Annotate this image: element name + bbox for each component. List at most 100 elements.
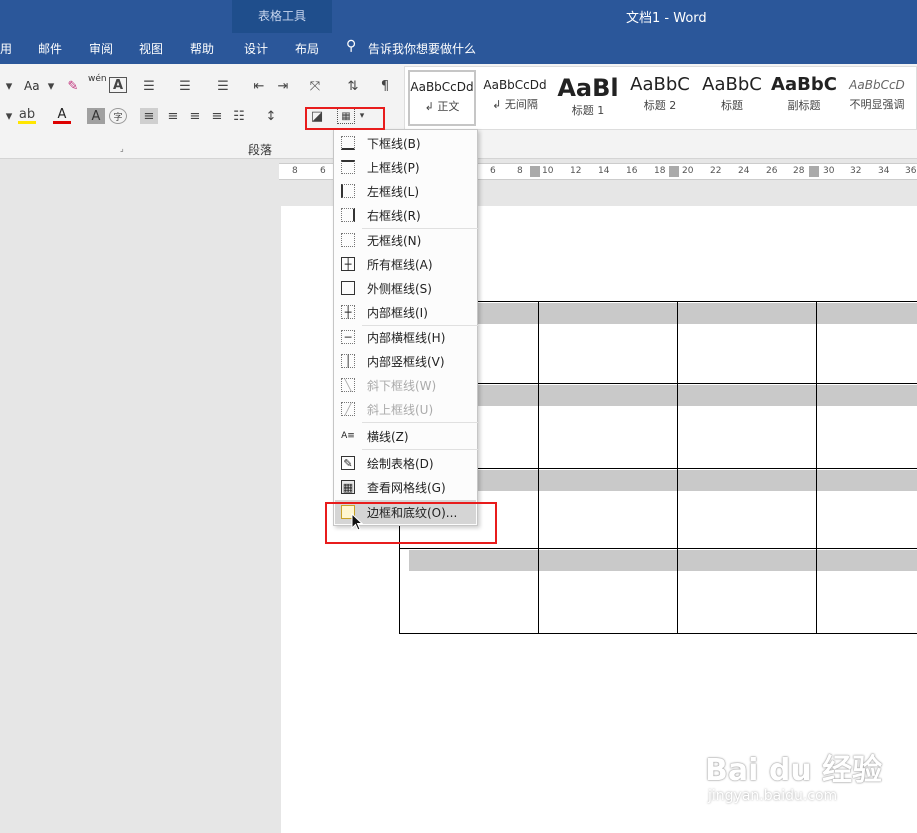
distributed-icon[interactable]: ☷ <box>230 108 248 124</box>
draw-table-icon: ✎ <box>341 456 355 470</box>
ruler-tick: 32 <box>850 166 862 176</box>
menu-inside-horizontal-border[interactable]: ─ 内部横框线(H) <box>335 325 476 349</box>
highlight-borders-button <box>305 107 385 130</box>
tab-references[interactable]: 用 <box>0 40 12 57</box>
style-subtle-emphasis[interactable]: AaBbCcD 不明显强调 <box>841 70 913 126</box>
column-marker[interactable] <box>809 166 819 177</box>
ruler-tick: 28 <box>793 166 805 176</box>
ruler-tick: 8 <box>517 166 523 176</box>
menu-right-border[interactable]: 右框线(R) <box>335 203 476 227</box>
align-center-icon[interactable]: ≡ <box>164 108 182 124</box>
menu-inside-vertical-border[interactable]: │ 内部竖框线(V) <box>335 349 476 373</box>
menu-diagonal-down-border[interactable]: ╲ 斜下框线(W) <box>335 373 476 397</box>
inside-horizontal-border-icon: ─ <box>341 330 355 344</box>
borders-dropdown-menu: 下框线(B) 上框线(P) 左框线(L) 右框线(R) 无框线(N) ┼ 所有框线… <box>333 129 478 526</box>
column-marker[interactable] <box>669 166 679 177</box>
style-heading-2[interactable]: AaBbC 标题 2 <box>625 70 695 126</box>
context-group-label: 表格工具 <box>258 9 307 23</box>
tab-help[interactable]: 帮助 <box>190 40 214 57</box>
ruler-tick: 12 <box>570 166 582 176</box>
menu-outside-borders[interactable]: 外侧框线(S) <box>335 276 476 300</box>
menu-bottom-border[interactable]: 下框线(B) <box>335 131 476 155</box>
align-right-icon[interactable]: ≡ <box>186 108 204 124</box>
ruler-tick: 18 <box>654 166 666 176</box>
menu-left-border[interactable]: 左框线(L) <box>335 179 476 203</box>
ruler-tick: 34 <box>878 166 890 176</box>
style-title[interactable]: AaBbC 标题 <box>697 70 767 126</box>
tab-design[interactable]: 设计 <box>244 40 268 57</box>
shaded-row <box>409 470 917 491</box>
menu-diagonal-up-border[interactable]: ╱ 斜上框线(U) <box>335 397 476 421</box>
gridlines-icon: ▦ <box>341 480 355 494</box>
right-border-icon <box>341 208 355 222</box>
menu-top-border[interactable]: 上框线(P) <box>335 155 476 179</box>
chevron-down-icon[interactable]: ▾ <box>42 78 60 94</box>
line-spacing-icon[interactable]: ↕ <box>262 108 280 124</box>
bullet-dropdown-icon[interactable]: ▾ <box>0 78 18 94</box>
shaded-row <box>409 550 917 571</box>
font-color-icon[interactable]: A <box>53 107 71 124</box>
baidu-watermark-url: jingyan.baidu.com <box>708 788 838 804</box>
style-normal[interactable]: AaBbCcDd ↲ 正文 <box>408 70 476 126</box>
ruler-tick: 36 <box>905 166 917 176</box>
justify-icon[interactable]: ≡ <box>208 108 226 124</box>
character-border-icon[interactable]: A <box>109 77 127 93</box>
menu-view-gridlines[interactable]: ▦ 查看网格线(G) <box>335 475 476 499</box>
all-borders-icon: ┼ <box>341 257 355 271</box>
chinese-layout-icon[interactable]: ⤧ <box>306 78 324 94</box>
title-bar <box>0 0 917 33</box>
align-left-icon[interactable]: ≡ <box>140 108 158 124</box>
menu-all-borders[interactable]: ┼ 所有框线(A) <box>335 252 476 276</box>
tab-view[interactable]: 视图 <box>139 40 163 57</box>
chevron-down-icon[interactable]: ▾ <box>0 108 18 124</box>
highlight-color-icon[interactable]: ab <box>18 107 36 124</box>
diagonal-down-border-icon: ╲ <box>341 378 355 392</box>
enclose-characters-icon[interactable]: 字 <box>109 108 127 124</box>
outside-borders-icon <box>341 281 355 295</box>
sort-icon[interactable]: ⇅ <box>344 78 362 94</box>
shaded-row <box>409 303 917 324</box>
shaded-row <box>409 385 917 406</box>
tab-layout[interactable]: 布局 <box>295 40 319 57</box>
numbering-icon[interactable]: ☰ <box>176 78 194 94</box>
ruler-tick: 22 <box>710 166 722 176</box>
style-heading-1[interactable]: AaBl 标题 1 <box>553 70 623 126</box>
menu-inside-borders[interactable]: ┼ 内部框线(I) <box>335 300 476 324</box>
decrease-indent-icon[interactable]: ⇤ <box>250 78 268 94</box>
multilevel-list-icon[interactable]: ☰ <box>214 78 232 94</box>
ruler-tick: 20 <box>682 166 694 176</box>
ruler-tick: 6 <box>490 166 496 176</box>
left-border-icon <box>341 184 355 198</box>
tell-me-box[interactable]: 告诉我你想要做什么 <box>368 40 476 57</box>
ruler-tick: 10 <box>542 166 554 176</box>
search-icon[interactable]: ⚲ <box>346 38 356 54</box>
style-subtitle[interactable]: AaBbC 副标题 <box>769 70 839 126</box>
horizontal-line-icon: A≡ <box>341 431 355 441</box>
ruler-tick: 8 <box>292 166 298 176</box>
style-no-spacing[interactable]: AaBbCcDd ↲ 无间隔 <box>480 70 550 126</box>
diagonal-up-border-icon: ╱ <box>341 402 355 416</box>
document-title: 文档1 - Word <box>626 11 707 26</box>
ruler-tick: 6 <box>320 166 326 176</box>
phonetic-guide-button[interactable]: wén <box>88 74 107 84</box>
inside-borders-icon: ┼ <box>341 305 355 319</box>
tab-review[interactable]: 审阅 <box>89 40 113 57</box>
baidu-watermark: Bai du 经验 <box>705 753 883 788</box>
increase-indent-icon[interactable]: ⇥ <box>274 78 292 94</box>
show-marks-icon[interactable]: ¶ <box>376 78 394 94</box>
character-shading-icon[interactable]: A <box>87 108 105 124</box>
ruler-tick: 14 <box>598 166 610 176</box>
bullets-icon[interactable]: ☰ <box>140 78 158 94</box>
paragraph-group-label: 段落 <box>248 143 273 157</box>
menu-draw-table[interactable]: ✎ 绘制表格(D) <box>335 451 476 475</box>
ruler-tick: 26 <box>766 166 778 176</box>
clear-formatting-icon[interactable]: ✎ <box>64 78 82 94</box>
column-marker[interactable] <box>530 166 540 177</box>
bottom-border-icon <box>341 136 355 150</box>
tab-mailings[interactable]: 邮件 <box>38 40 62 57</box>
menu-horizontal-line[interactable]: A≡ 横线(Z) <box>335 424 476 448</box>
change-case-button[interactable]: Aa <box>24 79 40 93</box>
dialog-launcher-icon[interactable]: ⌟ <box>120 144 124 153</box>
menu-no-border[interactable]: 无框线(N) <box>335 228 476 252</box>
ruler-tick: 16 <box>626 166 638 176</box>
